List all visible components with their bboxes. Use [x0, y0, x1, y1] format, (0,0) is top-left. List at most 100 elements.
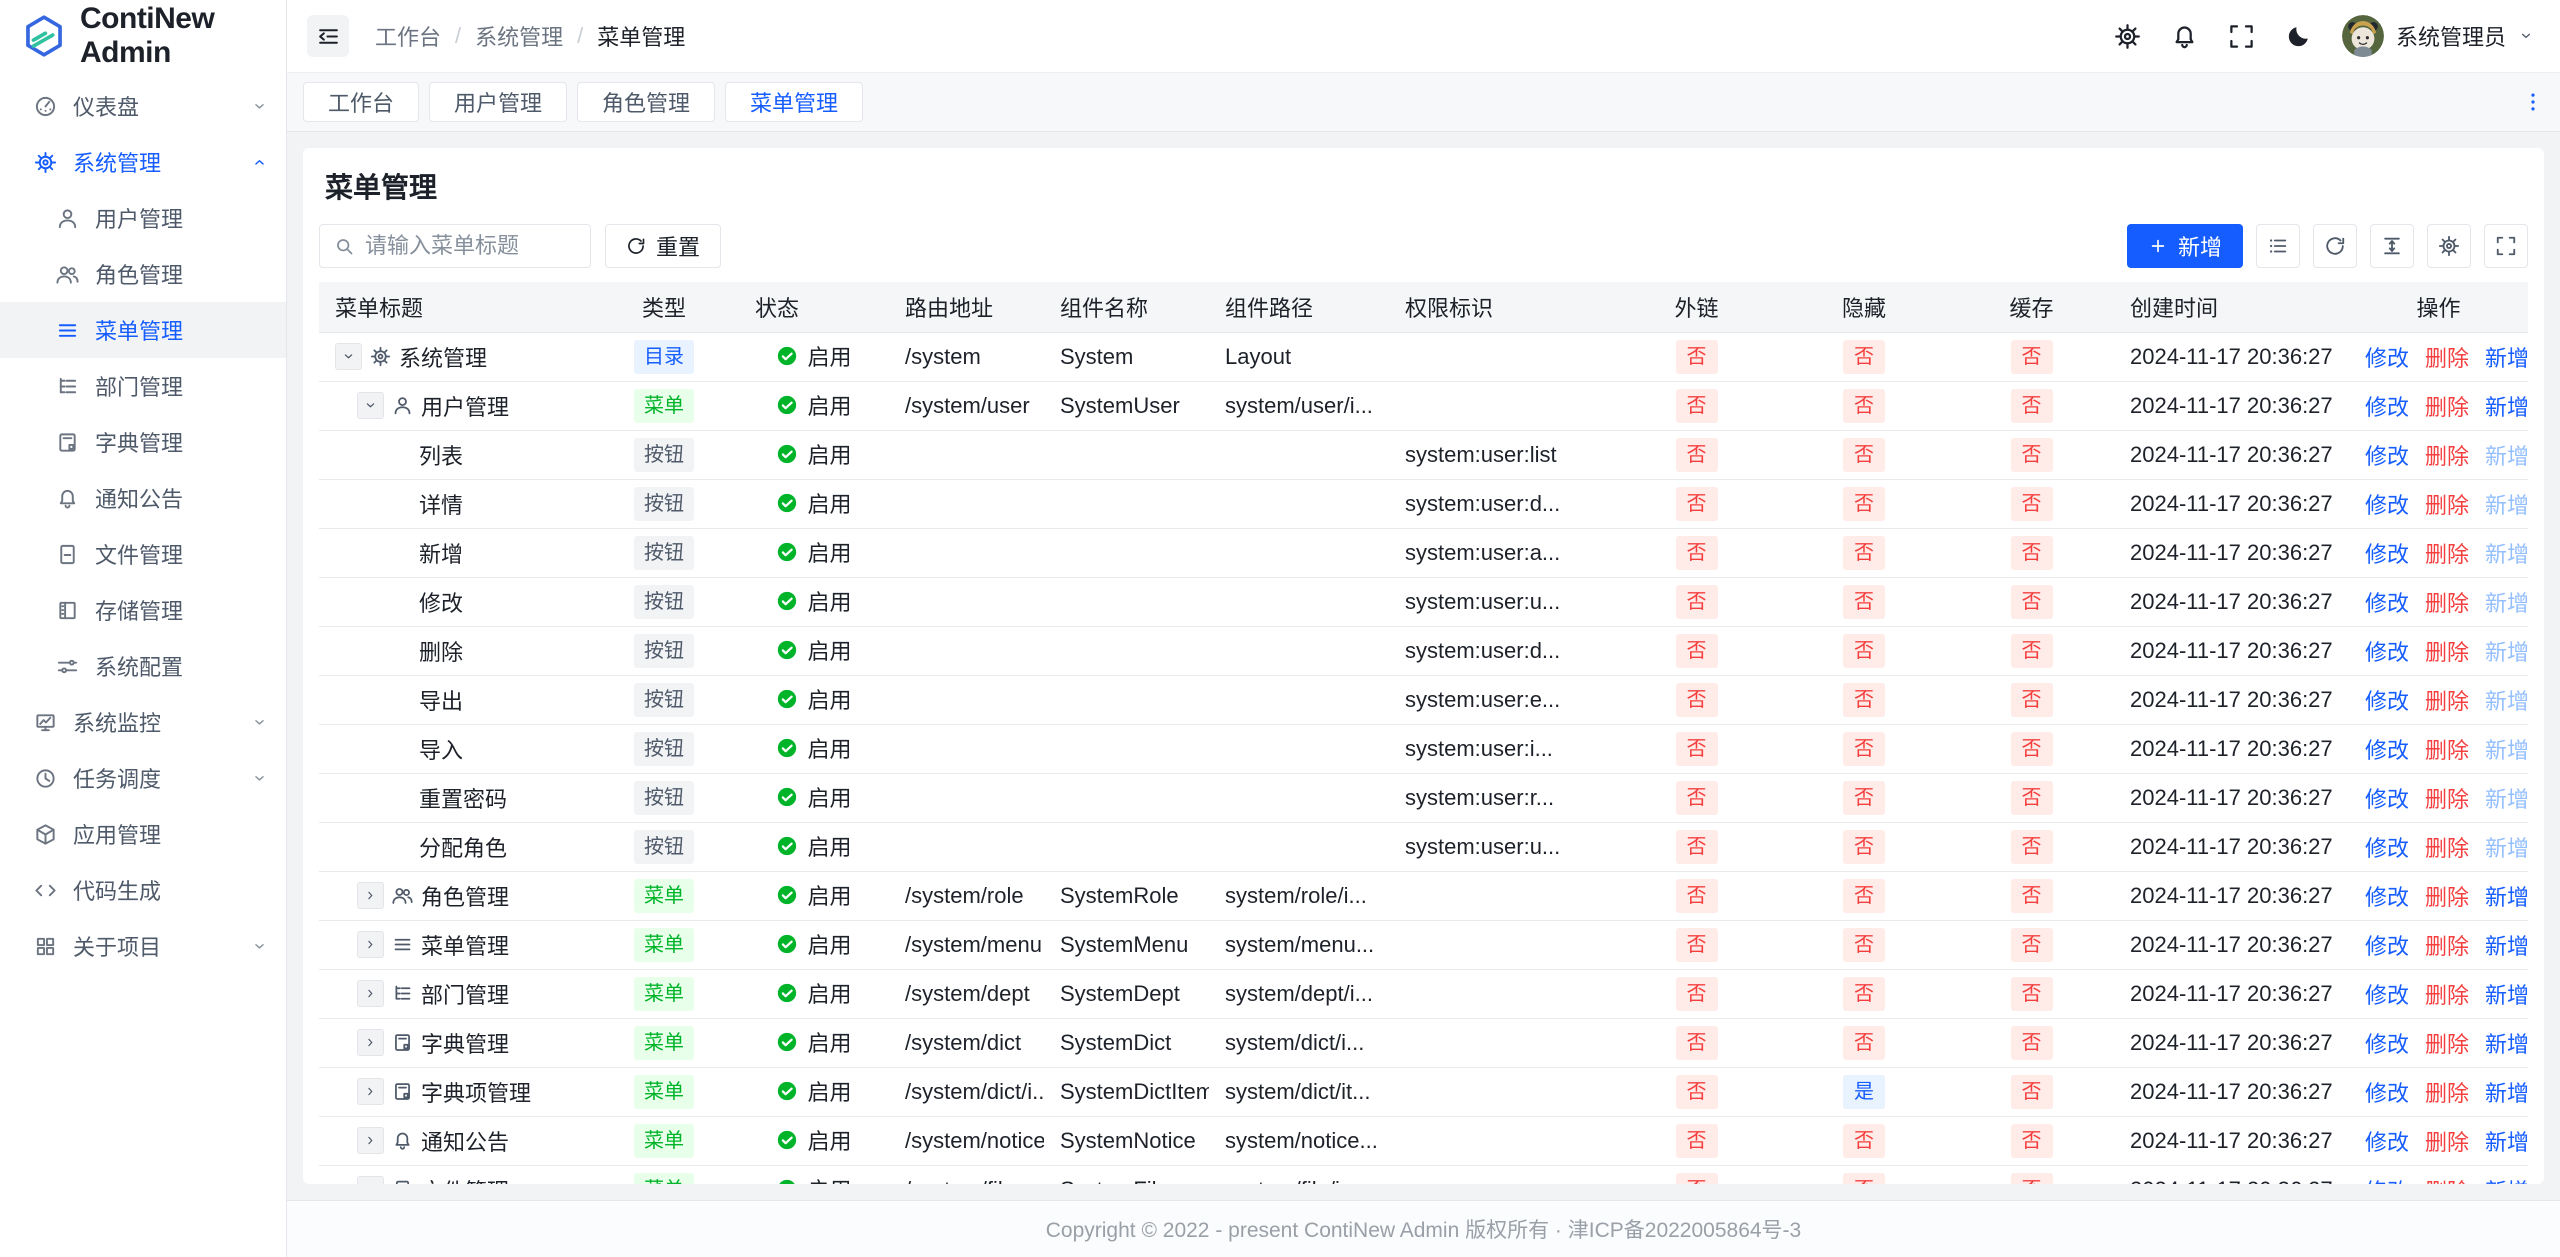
tab-2[interactable]: 用户管理 — [429, 82, 567, 122]
tab-4[interactable]: 菜单管理 — [725, 82, 863, 122]
edit-link[interactable]: 修改 — [2365, 978, 2409, 1010]
add-link[interactable]: 新增 — [2485, 1027, 2528, 1059]
table-fullscreen-button[interactable] — [2484, 224, 2528, 268]
component-path-cell-text: system/menu... — [1225, 932, 1374, 957]
sidebar-item-role-management[interactable]: 角色管理 — [0, 246, 286, 302]
delete-link[interactable]: 删除 — [2425, 1076, 2469, 1108]
add-link[interactable]: 新增 — [2485, 1125, 2528, 1157]
add-link[interactable]: 新增 — [2485, 1076, 2528, 1108]
expand-expand-button[interactable] — [357, 1078, 384, 1105]
sidebar-item-user-management[interactable]: 用户管理 — [0, 190, 286, 246]
delete-link[interactable]: 删除 — [2425, 684, 2469, 716]
delete-link[interactable]: 删除 — [2425, 1174, 2469, 1185]
sidebar-item-notice[interactable]: 通知公告 — [0, 470, 286, 526]
sidebar-item-app-management[interactable]: 应用管理 — [0, 806, 286, 862]
list-view-button[interactable] — [2256, 224, 2300, 268]
tab-more-icon[interactable] — [2522, 91, 2544, 113]
edit-link[interactable]: 修改 — [2365, 880, 2409, 912]
expand-expand-button[interactable] — [357, 1176, 384, 1184]
delete-link[interactable]: 删除 — [2425, 880, 2469, 912]
edit-link[interactable]: 修改 — [2365, 635, 2409, 667]
search-input[interactable] — [365, 233, 576, 259]
add-button[interactable]: 新增 — [2127, 224, 2243, 268]
edit-link[interactable]: 修改 — [2365, 684, 2409, 716]
line-height-button[interactable] — [2370, 224, 2414, 268]
delete-link[interactable]: 删除 — [2425, 488, 2469, 520]
delete-link[interactable]: 删除 — [2425, 341, 2469, 373]
add-link[interactable]: 新增 — [2485, 341, 2528, 373]
edit-link[interactable]: 修改 — [2365, 733, 2409, 765]
user-menu[interactable]: 系统管理员 — [2342, 15, 2534, 57]
expand-expand-button[interactable] — [357, 931, 384, 958]
edit-link[interactable]: 修改 — [2365, 341, 2409, 373]
add-link[interactable]: 新增 — [2485, 978, 2528, 1010]
sidebar-item-storage-management[interactable]: 存储管理 — [0, 582, 286, 638]
fullscreen-button[interactable] — [2228, 23, 2255, 50]
created-time-text: 2024-11-17 20:36:27 — [2130, 344, 2333, 369]
delete-link[interactable]: 删除 — [2425, 978, 2469, 1010]
add-link[interactable]: 新增 — [2485, 390, 2528, 422]
edit-link[interactable]: 修改 — [2365, 929, 2409, 961]
breadcrumb-item[interactable]: 菜单管理 — [597, 20, 685, 52]
sidebar-item-about-project[interactable]: 关于项目 — [0, 918, 286, 974]
expand-expand-button[interactable] — [357, 980, 384, 1007]
expand-expand-button[interactable] — [357, 1127, 384, 1154]
sidebar-item-system-config[interactable]: 系统配置 — [0, 638, 286, 694]
delete-link[interactable]: 删除 — [2425, 1027, 2469, 1059]
sidebar-item-dept-management[interactable]: 部门管理 — [0, 358, 286, 414]
sidebar-item-system-monitor[interactable]: 系统监控 — [0, 694, 286, 750]
delete-link[interactable]: 删除 — [2425, 586, 2469, 618]
add-link[interactable]: 新增 — [2485, 929, 2528, 961]
delete-link[interactable]: 删除 — [2425, 537, 2469, 569]
sidebar-item-menu-management[interactable]: 菜单管理 — [0, 302, 286, 358]
theme-toggle-button[interactable] — [2285, 23, 2312, 50]
add-link[interactable]: 新增 — [2485, 880, 2528, 912]
edit-link[interactable]: 修改 — [2365, 390, 2409, 422]
expand-expand-button[interactable] — [357, 882, 384, 909]
refresh-button[interactable] — [2313, 224, 2357, 268]
external-tag: 否 — [1676, 1173, 1718, 1185]
edit-link[interactable]: 修改 — [2365, 1076, 2409, 1108]
sidebar-item-system-management[interactable]: 系统管理 — [0, 134, 286, 190]
edit-link[interactable]: 修改 — [2365, 586, 2409, 618]
sidebar-item-dict-management[interactable]: 字典管理 — [0, 414, 286, 470]
edit-link[interactable]: 修改 — [2365, 1027, 2409, 1059]
expand-collapse-button[interactable] — [335, 343, 362, 370]
breadcrumb-item[interactable]: 系统管理 — [475, 20, 563, 52]
delete-link[interactable]: 删除 — [2425, 782, 2469, 814]
sidebar-item-file-management[interactable]: 文件管理 — [0, 526, 286, 582]
edit-link[interactable]: 修改 — [2365, 1174, 2409, 1185]
delete-link[interactable]: 删除 — [2425, 439, 2469, 471]
delete-link[interactable]: 删除 — [2425, 390, 2469, 422]
delete-link[interactable]: 删除 — [2425, 929, 2469, 961]
sidebar-item-label: 文件管理 — [95, 538, 268, 570]
menu-title-text: 列表 — [419, 439, 463, 471]
delete-link[interactable]: 删除 — [2425, 635, 2469, 667]
delete-link[interactable]: 删除 — [2425, 1125, 2469, 1157]
breadcrumb-item[interactable]: 工作台 — [375, 20, 441, 52]
reset-button[interactable]: 重置 — [605, 224, 721, 268]
sidebar-item-dashboard[interactable]: 仪表盘 — [0, 78, 286, 134]
sidebar-item-task-schedule[interactable]: 任务调度 — [0, 750, 286, 806]
edit-link[interactable]: 修改 — [2365, 831, 2409, 863]
tab-3[interactable]: 角色管理 — [577, 82, 715, 122]
column-settings-button[interactable] — [2427, 224, 2471, 268]
expand-expand-button[interactable] — [357, 1029, 384, 1056]
tab-1[interactable]: 工作台 — [303, 82, 419, 122]
hidden-tag-cell: 否 — [1779, 381, 1949, 430]
sidebar-item-code-generation[interactable]: 代码生成 — [0, 862, 286, 918]
edit-link[interactable]: 修改 — [2365, 782, 2409, 814]
sidebar-collapse-button[interactable] — [307, 15, 349, 57]
expand-collapse-button[interactable] — [357, 392, 384, 419]
edit-link[interactable]: 修改 — [2365, 1125, 2409, 1157]
edit-link[interactable]: 修改 — [2365, 439, 2409, 471]
settings-button[interactable] — [2114, 23, 2141, 50]
notifications-button[interactable] — [2171, 23, 2198, 50]
edit-link[interactable]: 修改 — [2365, 537, 2409, 569]
created-time-text: 2024-11-17 20:36:27 — [2130, 491, 2333, 516]
delete-link[interactable]: 删除 — [2425, 831, 2469, 863]
delete-link[interactable]: 删除 — [2425, 733, 2469, 765]
add-link[interactable]: 新增 — [2485, 1174, 2528, 1185]
edit-link[interactable]: 修改 — [2365, 488, 2409, 520]
created-time-text: 2024-11-17 20:36:27 — [2130, 1177, 2333, 1185]
